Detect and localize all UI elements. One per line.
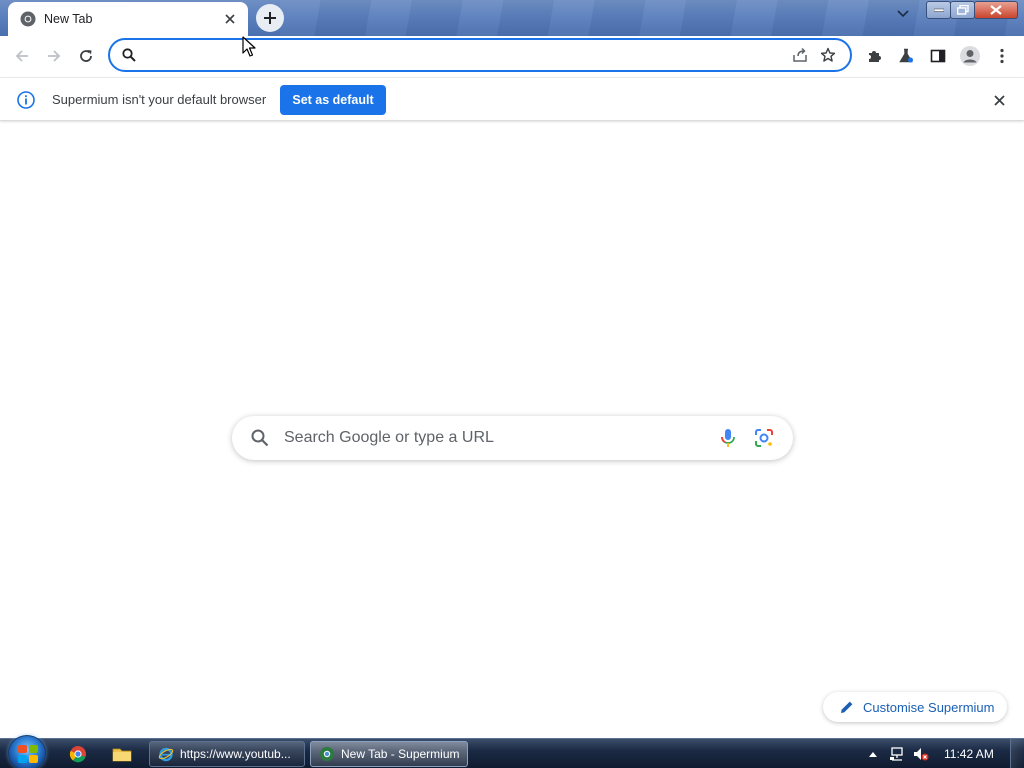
search-icon xyxy=(120,46,138,64)
taskbar-clock[interactable]: 11:42 AM xyxy=(944,747,994,761)
restore-button[interactable] xyxy=(950,1,975,19)
taskbar-item-label: https://www.youtub... xyxy=(180,747,291,761)
tab-title: New Tab xyxy=(44,12,93,26)
profile-avatar-icon[interactable] xyxy=(956,44,984,68)
voice-search-mic-icon[interactable] xyxy=(717,427,739,449)
taskbar-item-ie[interactable]: https://www.youtub... xyxy=(149,741,305,767)
back-button[interactable] xyxy=(8,44,36,68)
forward-button[interactable] xyxy=(40,44,68,68)
close-window-button[interactable] xyxy=(974,1,1018,19)
extensions-icon[interactable] xyxy=(860,44,888,68)
show-desktop-button[interactable] xyxy=(1010,739,1024,768)
ntp-search-input[interactable] xyxy=(284,426,704,450)
supermium-icon xyxy=(320,747,334,761)
window-controls xyxy=(926,1,1018,19)
new-tab-button[interactable] xyxy=(256,4,284,32)
pencil-icon xyxy=(839,699,855,715)
address-input[interactable] xyxy=(146,47,786,63)
set-as-default-button[interactable]: Set as default xyxy=(280,85,386,115)
file-explorer-folder-icon[interactable] xyxy=(110,743,134,765)
show-hidden-icons-arrow-icon[interactable] xyxy=(864,745,882,763)
ntp-search-box[interactable] xyxy=(232,416,793,460)
network-icon[interactable] xyxy=(888,745,906,763)
infobar-message: Supermium isn't your default browser xyxy=(52,92,267,107)
browser-toolbar xyxy=(0,36,1024,76)
customise-label: Customise Supermium xyxy=(863,699,995,715)
volume-muted-icon[interactable] xyxy=(912,745,930,763)
info-icon xyxy=(16,90,36,110)
customise-button[interactable]: Customise Supermium xyxy=(823,692,1007,722)
google-lens-icon[interactable] xyxy=(753,427,775,449)
taskbar-item-label: New Tab - Supermium xyxy=(341,747,460,761)
close-infobar-icon[interactable] xyxy=(989,90,1009,110)
close-tab-icon[interactable] xyxy=(220,9,240,29)
search-icon xyxy=(250,428,270,448)
chrome-icon xyxy=(20,11,36,27)
reload-button[interactable] xyxy=(72,44,100,68)
internet-explorer-icon xyxy=(158,747,174,762)
windows-taskbar: https://www.youtub... New Tab - Supermiu… xyxy=(0,735,1024,768)
chrome-taskbar-icon[interactable] xyxy=(66,743,90,765)
taskbar-item-supermium[interactable]: New Tab - Supermium xyxy=(310,741,468,767)
chevron-down-icon[interactable] xyxy=(892,4,914,24)
tab-new-tab[interactable]: New Tab xyxy=(8,2,248,36)
start-button[interactable] xyxy=(8,735,46,768)
windows-logo-icon xyxy=(18,745,38,763)
minimize-button[interactable] xyxy=(926,1,951,19)
default-browser-infobar: Supermium isn't your default browser Set… xyxy=(0,77,1024,121)
address-bar[interactable] xyxy=(108,38,852,72)
share-icon[interactable] xyxy=(786,43,814,67)
labs-flask-icon[interactable] xyxy=(892,44,920,68)
side-panel-icon[interactable] xyxy=(924,44,952,68)
menu-kebab-icon[interactable] xyxy=(988,44,1016,68)
bookmark-star-icon[interactable] xyxy=(814,43,842,67)
